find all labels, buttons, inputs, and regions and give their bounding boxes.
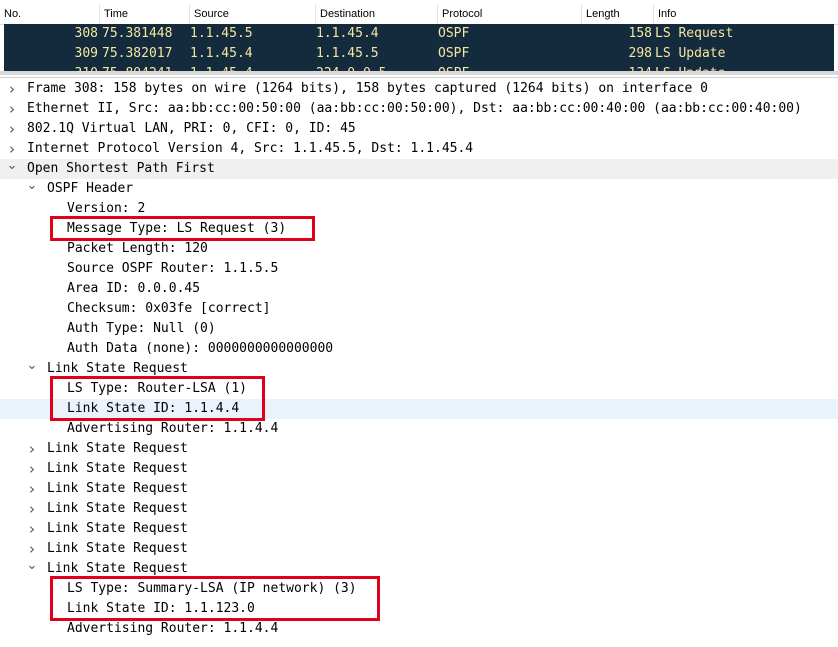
tree-node-label: Link State Request <box>47 361 188 376</box>
tree-node-label: Link State Request <box>47 441 188 456</box>
packet-cell-destination: 1.1.45.5 <box>316 46 379 61</box>
tree-node[interactable]: › Link State Request <box>0 479 838 499</box>
packet-details-tree: › Frame 308: 158 bytes on wire (1264 bits… <box>0 77 838 647</box>
tree-node[interactable]: › Ethernet II, Src: aa:bb:cc:00:50:00 (aa… <box>0 99 838 119</box>
column-header-source[interactable]: Source <box>190 4 316 24</box>
tree-node[interactable]: Advertising Router: 1.1.4.4 <box>0 419 838 439</box>
column-header-time[interactable]: Time <box>100 4 190 24</box>
packet-cell-source: 1.1.45.5 <box>190 26 253 41</box>
tree-node-label: LS Type: Router-LSA (1) <box>67 381 248 396</box>
tree-node-label: LS Type: Summary-LSA (IP network) (3) <box>67 581 357 596</box>
tree-node[interactable]: ⌄ OSPF Header <box>0 179 838 199</box>
tree-node[interactable]: Source OSPF Router: 1.1.5.5 <box>0 259 838 279</box>
tree-node-label: Link State Request <box>47 461 188 476</box>
tree-node-label: Packet Length: 120 <box>67 241 208 256</box>
tree-node-label: Link State ID: 1.1.123.0 <box>67 601 255 616</box>
tree-node-label: Message Type: LS Request (3) <box>67 221 287 236</box>
tree-node-label: Advertising Router: 1.1.4.4 <box>67 421 279 436</box>
packet-cell-time: 75.382017 <box>102 46 173 61</box>
tree-node[interactable]: › Link State Request <box>0 499 838 519</box>
tree-node-label: Version: 2 <box>67 201 146 216</box>
chevron-right-icon[interactable]: › <box>26 519 38 539</box>
chevron-down-icon[interactable]: ⌄ <box>26 179 38 199</box>
chevron-right-icon[interactable]: › <box>26 539 38 559</box>
chevron-right-icon[interactable]: › <box>6 99 18 119</box>
tree-node[interactable]: Packet Length: 120 <box>0 239 838 259</box>
tree-node[interactable]: › Frame 308: 158 bytes on wire (1264 bits… <box>0 79 838 99</box>
tree-node[interactable]: ⌄ Link State Request <box>0 359 838 379</box>
tree-node-label: Checksum: 0x03fe [correct] <box>67 301 271 316</box>
tree-node-label: Link State Request <box>47 501 188 516</box>
tree-node-label: OSPF Header <box>47 181 134 196</box>
tree-node-label: Auth Type: Null (0) <box>67 321 216 336</box>
packet-cell-source: 1.1.45.4 <box>190 46 253 61</box>
tree-node-label: Advertising Router: 1.1.4.4 <box>67 621 279 636</box>
tree-node-label: Open Shortest Path First <box>27 161 215 176</box>
tree-node[interactable]: LS Type: Router-LSA (1) <box>0 379 838 399</box>
tree-node-label: Source OSPF Router: 1.1.5.5 <box>67 261 279 276</box>
tree-node-label: Ethernet II, Src: aa:bb:cc:00:50:00 (aa:… <box>27 101 802 116</box>
tree-node[interactable]: Advertising Router: 1.1.4.4 <box>0 619 838 639</box>
packet-list-header: No. Time Source Destination Protocol Len… <box>0 4 838 25</box>
packet-cell-protocol: OSPF <box>438 46 470 61</box>
tree-node[interactable]: ⌄ Open Shortest Path First <box>0 159 838 179</box>
tree-node-label: Frame 308: 158 bytes on wire (1264 bits)… <box>27 81 708 96</box>
tree-node-label: Link State Request <box>47 561 188 576</box>
column-header-destination[interactable]: Destination <box>316 4 438 24</box>
packet-cell-time: 75.381448 <box>102 26 173 41</box>
tree-node[interactable]: Auth Type: Null (0) <box>0 319 838 339</box>
tree-node[interactable]: › 802.1Q Virtual LAN, PRI: 0, CFI: 0, ID:… <box>0 119 838 139</box>
tree-node[interactable]: › Link State Request <box>0 539 838 559</box>
tree-node[interactable]: › Link State Request <box>0 439 838 459</box>
packet-cell-no: 309 <box>74 46 98 61</box>
tree-node-label: Auth Data (none): 0000000000000000 <box>67 341 334 356</box>
chevron-down-icon[interactable]: ⌄ <box>26 559 38 579</box>
tree-node[interactable]: Checksum: 0x03fe [correct] <box>0 299 838 319</box>
packet-list-scrollbar[interactable] <box>0 71 838 75</box>
column-header-length[interactable]: Length <box>582 4 654 24</box>
chevron-right-icon[interactable]: › <box>26 439 38 459</box>
tree-node[interactable]: Area ID: 0.0.0.45 <box>0 279 838 299</box>
tree-node[interactable]: Link State ID: 1.1.123.0 <box>0 599 838 619</box>
tree-node[interactable]: LS Type: Summary-LSA (IP network) (3) <box>0 579 838 599</box>
chevron-right-icon[interactable]: › <box>6 119 18 139</box>
tree-node[interactable]: › Link State Request <box>0 459 838 479</box>
chevron-right-icon[interactable]: › <box>6 139 18 159</box>
packet-cell-no: 308 <box>74 26 98 41</box>
chevron-right-icon[interactable]: › <box>6 79 18 99</box>
tree-node[interactable]: Link State ID: 1.1.4.4 <box>0 399 838 419</box>
tree-node[interactable]: Auth Data (none): 0000000000000000 <box>0 339 838 359</box>
tree-node-label: Link State Request <box>47 521 188 536</box>
packet-cell-length: 298 <box>628 46 652 61</box>
chevron-down-icon[interactable]: ⌄ <box>26 359 38 379</box>
chevron-down-icon[interactable]: ⌄ <box>6 159 18 179</box>
tree-node[interactable]: Version: 2 <box>0 199 838 219</box>
column-header-no[interactable]: No. <box>0 4 100 24</box>
chevron-right-icon[interactable]: › <box>26 499 38 519</box>
tree-node[interactable]: Message Type: LS Request (3) <box>0 219 838 239</box>
packet-cell-protocol: OSPF <box>438 26 470 41</box>
column-header-info[interactable]: Info <box>654 4 838 24</box>
chevron-right-icon[interactable]: › <box>26 459 38 479</box>
packet-list: No. Time Source Destination Protocol Len… <box>0 0 838 75</box>
packet-row[interactable]: 308 75.381448 1.1.45.5 1.1.45.4 OSPF 158 LS Re… <box>4 24 834 44</box>
packet-cell-destination: 1.1.45.4 <box>316 26 379 41</box>
tree-node-label: 802.1Q Virtual LAN, PRI: 0, CFI: 0, ID: … <box>27 121 356 136</box>
chevron-right-icon[interactable]: › <box>26 479 38 499</box>
tree-node[interactable]: › Internet Protocol Version 4, Src: 1.1.4… <box>0 139 838 159</box>
tree-node-label: Link State Request <box>47 541 188 556</box>
tree-node-label: Link State ID: 1.1.4.4 <box>67 401 240 416</box>
packet-row[interactable]: 309 75.382017 1.1.45.4 1.1.45.5 OSPF 298 LS Up… <box>4 44 834 64</box>
tree-node[interactable]: ⌄ Link State Request <box>0 559 838 579</box>
packet-cell-info: LS Request <box>655 26 734 41</box>
packet-cell-length: 158 <box>628 26 652 41</box>
tree-node-label: Area ID: 0.0.0.45 <box>67 281 201 296</box>
tree-node-label: Link State Request <box>47 481 188 496</box>
column-header-protocol[interactable]: Protocol <box>438 4 582 24</box>
packet-cell-info: LS Update <box>655 46 726 61</box>
tree-node[interactable]: › Link State Request <box>0 519 838 539</box>
tree-node-label: Internet Protocol Version 4, Src: 1.1.45… <box>27 141 474 156</box>
